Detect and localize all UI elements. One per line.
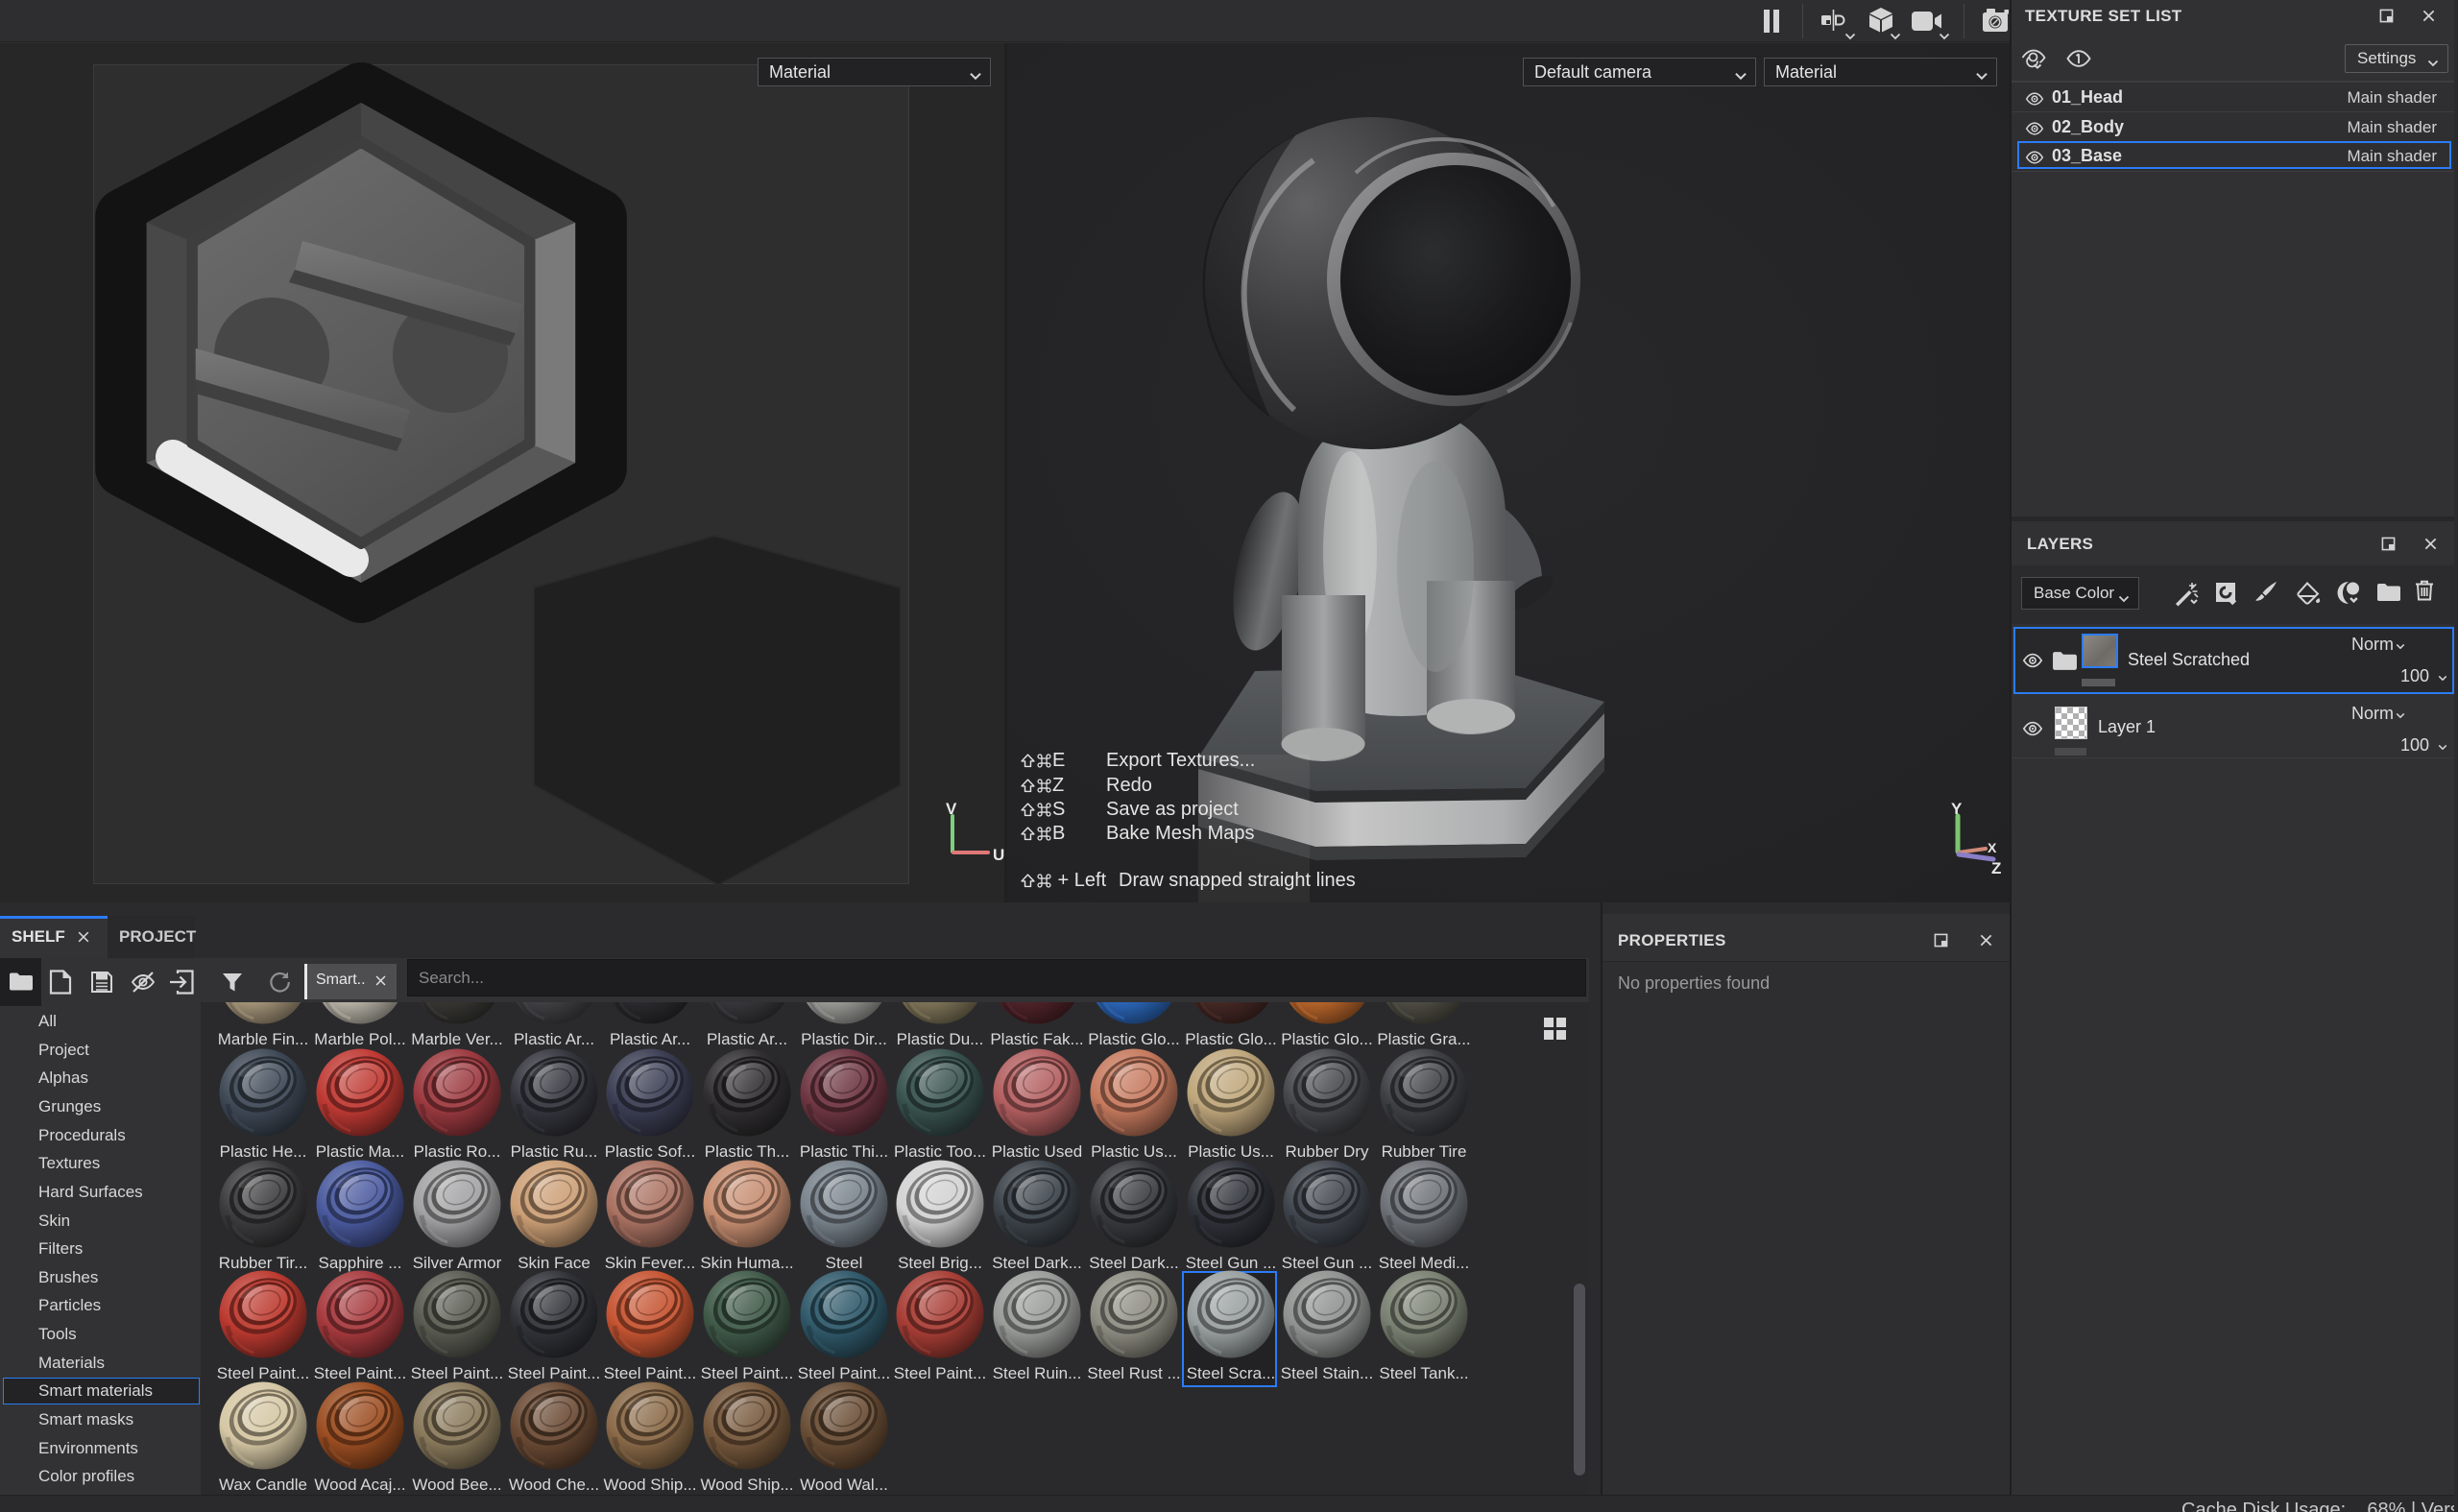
svg-text:Z: Z (1991, 859, 2001, 877)
svg-text:U: U (993, 846, 1004, 864)
svg-text:X: X (1988, 840, 1997, 855)
svg-text:V: V (946, 800, 957, 818)
svg-text:Y: Y (1951, 802, 1963, 818)
